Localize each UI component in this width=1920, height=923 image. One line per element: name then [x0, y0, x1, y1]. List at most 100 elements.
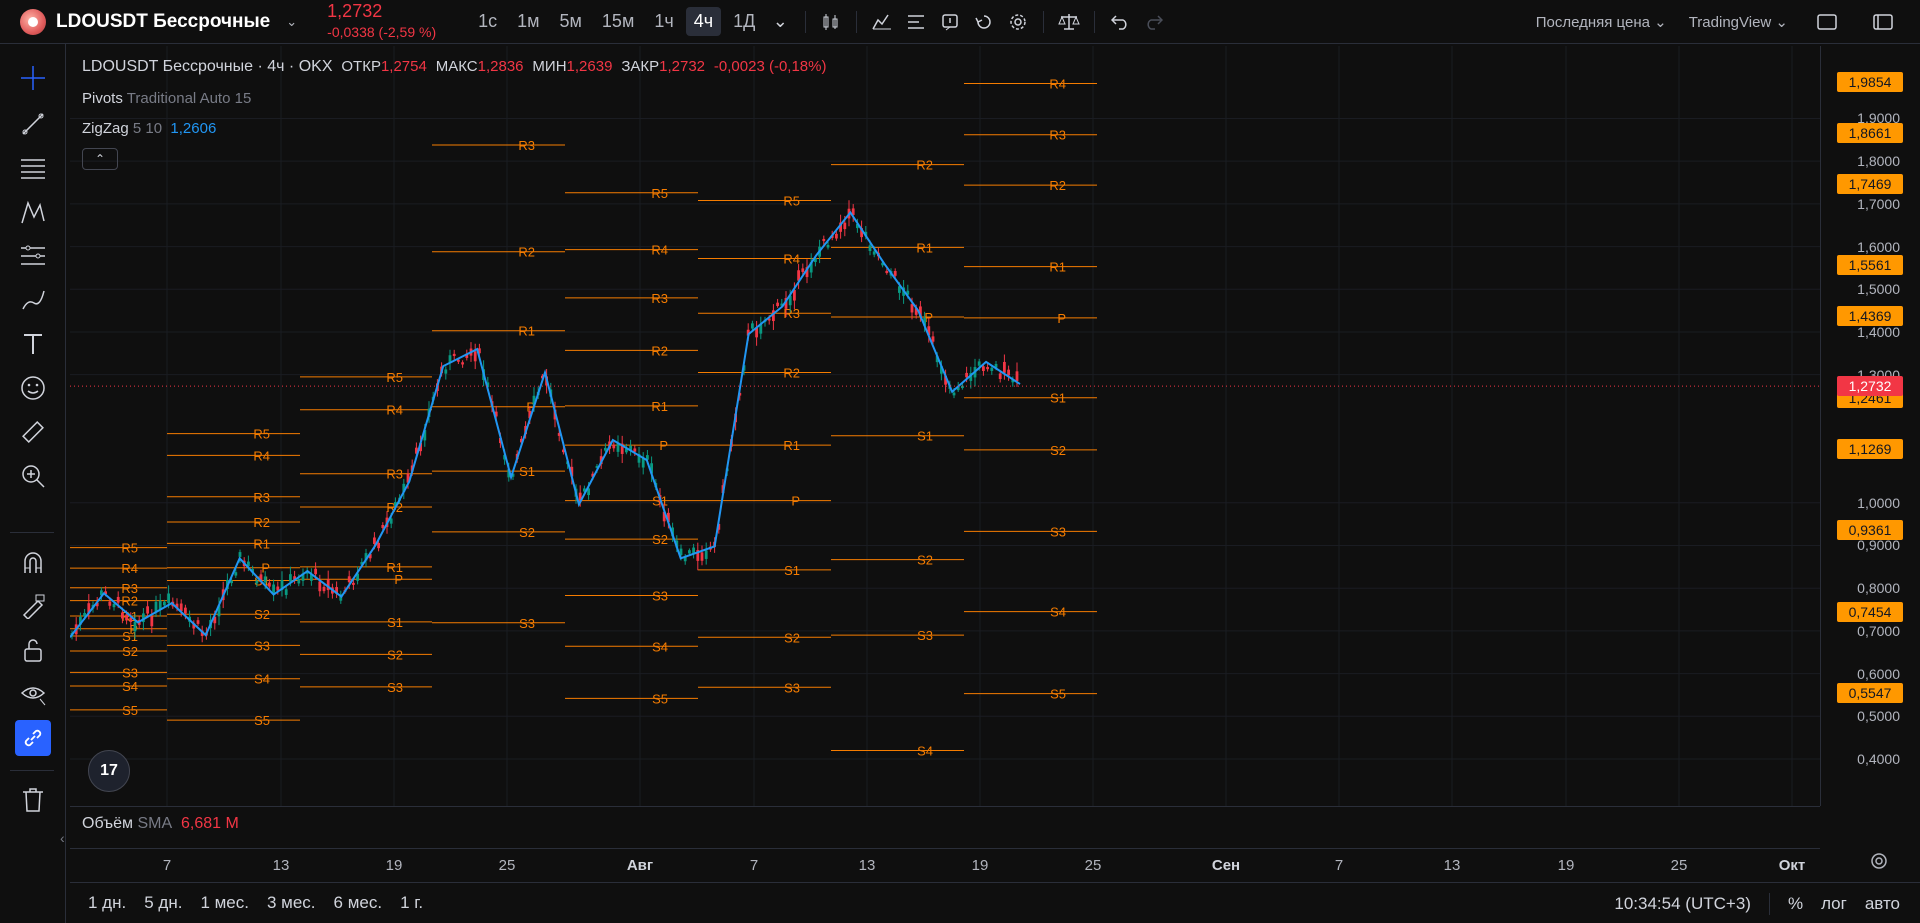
- open-value: 1,2754: [380, 58, 427, 75]
- zigzag-params: 5 10: [132, 120, 163, 137]
- interval-tab-2[interactable]: 5м: [552, 7, 590, 36]
- zigzag-legend[interactable]: ZigZag 5 10 1,2606: [82, 120, 216, 137]
- indicators-icon[interactable]: [865, 6, 899, 38]
- symbol-selector[interactable]: LDOUSDT Бессрочные ⌄: [0, 0, 297, 44]
- clock[interactable]: 10:34:54 (UTC+3): [1614, 894, 1751, 914]
- range-button-0[interactable]: 1 дн.: [88, 893, 126, 913]
- pivot-label: S2: [387, 647, 403, 662]
- crosshair-icon[interactable]: [15, 60, 51, 96]
- fib-lines-icon[interactable]: [15, 150, 51, 186]
- candle-body: [872, 251, 876, 255]
- range-button-3[interactable]: 3 мес.: [267, 893, 316, 913]
- chart-pane[interactable]: R5 R4 R3 R2 R1 P S1 S2 S3 S4 S5 R5 R4 R3 R2 R1 P S1 S2 S3 S4…: [70, 46, 1820, 806]
- pivot-price-label: 0,7454: [1837, 601, 1903, 622]
- pivot-label: S2: [519, 525, 535, 540]
- low-label: МИН: [532, 58, 567, 75]
- pivot-label: R5: [253, 427, 270, 442]
- lock-drawing-icon[interactable]: [15, 588, 51, 624]
- close-label: ЗАКР: [621, 58, 660, 75]
- price-chart[interactable]: R5 R4 R3 R2 R1 P S1 S2 S3 S4 S5 R5 R4 R3 R2 R1 P S1 S2 S3 S4…: [70, 46, 1820, 806]
- tradingview-logo[interactable]: 17: [88, 750, 130, 792]
- candle-body: [965, 372, 968, 378]
- camera-icon[interactable]: [1866, 6, 1900, 38]
- range-button-5[interactable]: 1 г.: [400, 893, 423, 913]
- interval-tab-1[interactable]: 1м: [509, 7, 547, 36]
- range-selector: 1 дн. 5 дн. 1 мес. 3 мес. 6 мес. 1 г.: [70, 893, 423, 913]
- candle-body: [318, 581, 322, 592]
- pivot-label: S1: [917, 429, 933, 444]
- pivot-label: R2: [121, 594, 138, 609]
- candle-body: [167, 593, 170, 603]
- collapse-legend-button[interactable]: ⌃: [82, 148, 118, 170]
- price-tick: 1,0000: [1857, 494, 1900, 511]
- candle-body: [452, 353, 456, 356]
- replay-icon[interactable]: [967, 6, 1001, 38]
- unlock-icon[interactable]: [15, 632, 51, 668]
- price-type-dropdown[interactable]: Последняя цена ⌄: [1536, 13, 1667, 31]
- patterns-icon[interactable]: [15, 194, 51, 230]
- interval-tab-3[interactable]: 15м: [594, 7, 642, 36]
- brush-icon[interactable]: [15, 282, 51, 318]
- alert-icon[interactable]: [933, 6, 967, 38]
- time-axis[interactable]: 7 13 19 25 Авг 7 13 19 25 Сен 7 13 19 25 Окт: [70, 848, 1820, 882]
- log-toggle[interactable]: лог: [1821, 894, 1847, 914]
- candle-body: [352, 582, 355, 585]
- pivot-label: S2: [784, 630, 800, 645]
- candle-body: [826, 244, 830, 248]
- candle-body: [998, 373, 1002, 379]
- range-button-2[interactable]: 1 мес.: [200, 893, 249, 913]
- pivot-price-label: 0,5547: [1837, 682, 1903, 703]
- candle-body: [133, 621, 137, 632]
- pivot-label: S5: [122, 703, 138, 718]
- redo-icon[interactable]: [1137, 6, 1171, 38]
- pivot-label: P: [1057, 311, 1066, 326]
- eye-icon[interactable]: [15, 676, 51, 712]
- emoji-icon[interactable]: [15, 370, 51, 406]
- pivot-price-label: 0,9361: [1837, 520, 1903, 541]
- candle-body: [952, 392, 956, 396]
- candle-body: [444, 369, 448, 374]
- interval-tab-0[interactable]: 1с: [470, 7, 505, 36]
- text-icon[interactable]: [15, 326, 51, 362]
- time-tick: 7: [162, 857, 172, 874]
- fullscreen-icon[interactable]: [1810, 6, 1844, 38]
- templates-icon[interactable]: [899, 6, 933, 38]
- interval-tab-5[interactable]: 4ч: [685, 7, 722, 36]
- trash-icon[interactable]: [15, 782, 51, 818]
- candle-body: [289, 574, 292, 582]
- price-change: -0,0338 (-2,59 %): [327, 24, 437, 41]
- compare-scale-icon[interactable]: [1052, 6, 1086, 38]
- chart-type-icon[interactable]: [814, 6, 848, 38]
- price-tick: 1,7000: [1857, 195, 1900, 212]
- auto-toggle[interactable]: авто: [1865, 894, 1900, 914]
- interval-dropdown-icon[interactable]: ⌄: [763, 6, 797, 38]
- pivots-legend[interactable]: Pivots Traditional Auto 15: [82, 90, 251, 107]
- trend-line-icon[interactable]: [15, 106, 51, 142]
- broker-dropdown[interactable]: TradingView ⌄: [1689, 13, 1788, 31]
- link-icon[interactable]: [15, 720, 51, 756]
- current-price-label: 1,2732: [1837, 376, 1903, 397]
- candle-body: [977, 361, 981, 366]
- percent-toggle[interactable]: %: [1788, 894, 1803, 914]
- range-button-4[interactable]: 6 мес.: [334, 893, 383, 913]
- volume-value: 6,681 M: [181, 815, 239, 832]
- interval-tab-6[interactable]: 1Д: [725, 7, 763, 36]
- pivot-label: R2: [651, 343, 668, 358]
- price-tick: 1,8000: [1857, 153, 1900, 170]
- price-scale[interactable]: 1,9000 1,8000 1,7000 1,6000 1,5000 1,4000 1,30…: [1820, 46, 1920, 806]
- candle-body: [473, 351, 477, 362]
- settings-icon[interactable]: [1001, 6, 1035, 38]
- pivot-label: R3: [651, 291, 668, 306]
- collapse-toolbar-icon[interactable]: ‹: [60, 830, 65, 846]
- volume-legend[interactable]: Объём SMA 6,681 M: [82, 815, 239, 833]
- magnet-icon[interactable]: [15, 544, 51, 580]
- ruler-icon[interactable]: [15, 414, 51, 450]
- undo-icon[interactable]: [1103, 6, 1137, 38]
- axis-settings-icon[interactable]: [1870, 852, 1888, 875]
- candle-body: [377, 542, 380, 549]
- candle-body: [776, 302, 779, 307]
- range-button-1[interactable]: 5 дн.: [144, 893, 182, 913]
- interval-tab-4[interactable]: 1ч: [646, 7, 681, 36]
- zoom-in-icon[interactable]: [15, 458, 51, 494]
- prediction-icon[interactable]: [15, 238, 51, 274]
